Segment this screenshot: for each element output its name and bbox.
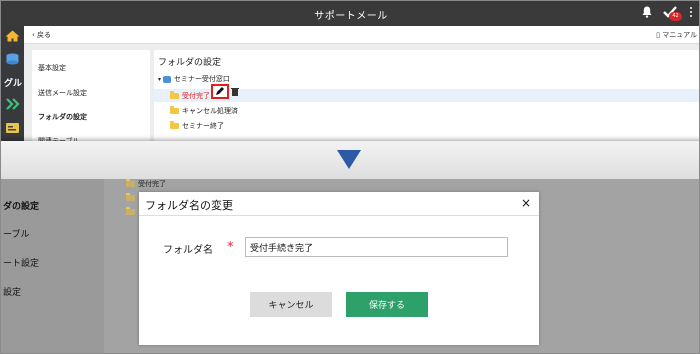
settings-item-basic[interactable]: 基本設定 [38, 63, 66, 73]
notification-badge: 42 [669, 12, 682, 21]
tree-folder-label: キャンセル処理済 [182, 107, 238, 115]
app-header: サポートメール 42 [1, 1, 699, 26]
rename-folder-dialog: フォルダ名の変更 × フォルダ名 * キャンセル 保存する [139, 192, 539, 345]
pencil-icon [216, 87, 224, 95]
folder-name-input[interactable] [245, 237, 508, 257]
trash-icon[interactable] [231, 87, 239, 96]
folder-icon [170, 121, 179, 129]
bell-icon[interactable] [642, 6, 652, 18]
save-button[interactable]: 保存する [346, 292, 428, 317]
folder-name-label: フォルダ名 [163, 245, 213, 256]
bg-tree-folder [126, 193, 138, 202]
tree-folder-3[interactable]: セミナー終了 [170, 121, 224, 131]
database-icon [162, 75, 171, 83]
card-icon[interactable] [5, 122, 20, 134]
settings-item-mail[interactable]: 送信メール設定 [38, 88, 87, 98]
bg-menu-item: ダの設定 [3, 202, 40, 212]
manual-link[interactable]: ▯ マニュアル [656, 30, 697, 40]
home-icon[interactable] [5, 30, 20, 42]
bg-menu-item: 設定 [3, 288, 22, 298]
bg-menu-item: ート設定 [3, 259, 40, 269]
edit-button-highlight[interactable] [211, 84, 229, 99]
database-icon[interactable] [5, 53, 20, 65]
close-icon[interactable]: × [521, 196, 531, 210]
step-divider [1, 141, 699, 179]
required-mark: * [227, 240, 234, 255]
left-nav: グル [1, 26, 24, 141]
folder-icon [126, 179, 135, 187]
instruction-figure: サポートメール 42 グル ‹ 戻る ▯ マニュアル 基本設定 送信メール設定 … [0, 0, 700, 354]
tree-folder-2[interactable]: キャンセル処理済 [170, 106, 238, 116]
folder-icon [170, 106, 179, 114]
chevron-right-icon[interactable] [5, 98, 20, 110]
sub-toolbar: ‹ 戻る ▯ マニュアル [24, 26, 699, 44]
kebab-menu-icon[interactable] [689, 6, 693, 20]
settings-menu: 基本設定 送信メール設定 フォルダの設定 関連テーブル [32, 50, 150, 145]
tree-folder-label: 受付完了 [182, 92, 210, 100]
folder-icon [126, 207, 135, 215]
dialog-title: フォルダ名の変更 [145, 199, 233, 212]
cancel-button[interactable]: キャンセル [250, 292, 332, 317]
bg-menu-item: ーブル [3, 230, 30, 240]
content-area: 基本設定 送信メール設定 フォルダの設定 関連テーブル フォルダの設定 ▾ セミ… [24, 44, 699, 145]
arrow-down-icon [337, 150, 361, 169]
nav-group-label[interactable]: グル [4, 76, 22, 89]
manual-label: マニュアル [662, 31, 697, 39]
tree-folder-label: セミナー終了 [182, 122, 224, 130]
tree-folder-1[interactable]: 受付完了 [170, 91, 210, 101]
settings-item-folder[interactable]: フォルダの設定 [38, 112, 87, 122]
bg-tree-folder [126, 207, 138, 216]
bg-settings-menu: ダの設定 ーブル ート設定 設定 [1, 179, 104, 353]
tree-root[interactable]: ▾ セミナー受付窓口 [158, 74, 230, 84]
tree-root-label: セミナー受付窓口 [173, 75, 230, 83]
bg-folder-label: 受付完了 [138, 180, 166, 188]
folder-icon [126, 193, 135, 201]
folder-icon [170, 91, 179, 99]
back-link[interactable]: ‹ 戻る [32, 30, 51, 40]
dialog-header: フォルダ名の変更 × [139, 192, 539, 216]
back-label: 戻る [37, 31, 52, 39]
panel-title: フォルダの設定 [158, 58, 222, 68]
bg-tree-folder: 受付完了 [126, 179, 166, 189]
app-title: サポートメール [314, 11, 388, 22]
